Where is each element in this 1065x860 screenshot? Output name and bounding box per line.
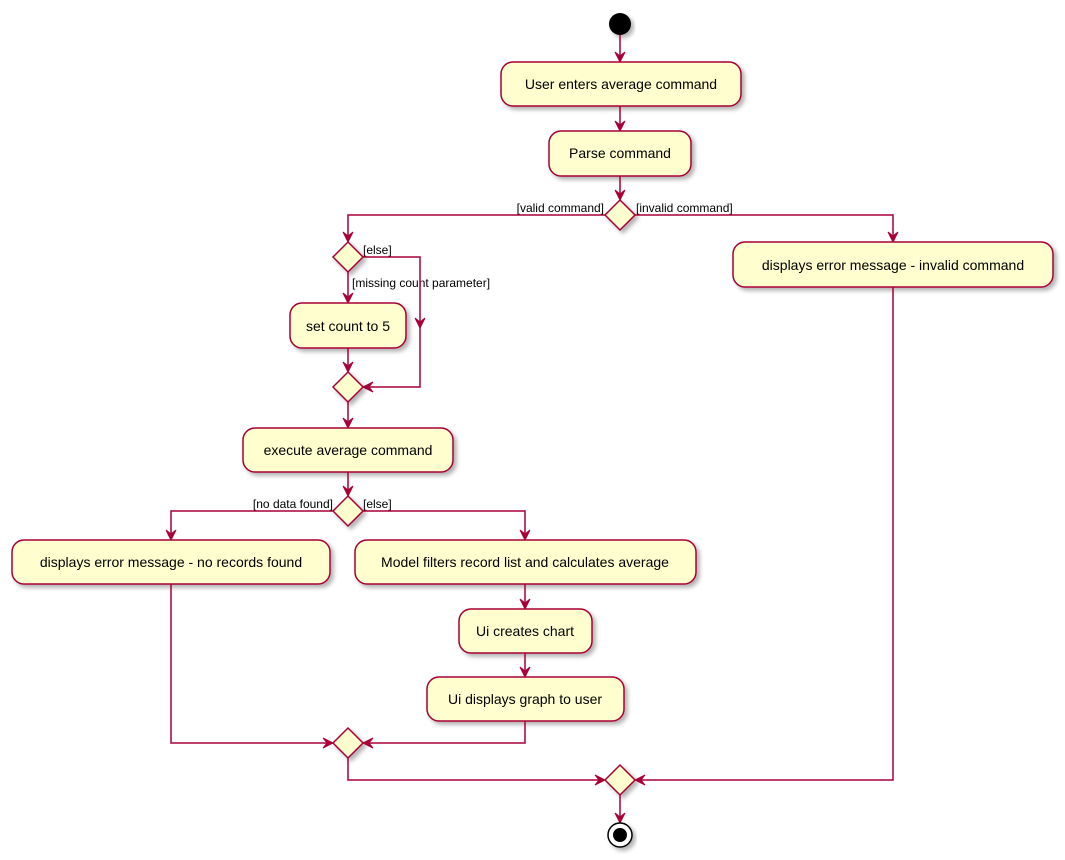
activity-label: displays error message - invalid command bbox=[762, 257, 1024, 273]
guard-else: [else] bbox=[363, 243, 392, 257]
decision-valid bbox=[603, 198, 637, 232]
activity-label: User enters average command bbox=[525, 76, 717, 92]
guard-valid: [valid command] bbox=[517, 201, 604, 215]
guard-else: [else] bbox=[363, 497, 392, 511]
activity-label: displays error message - no records foun… bbox=[40, 554, 302, 570]
activity-label: Ui creates chart bbox=[476, 623, 574, 639]
decision-data bbox=[331, 494, 365, 528]
start-node bbox=[609, 13, 631, 35]
guard-missing-count: [missing count parameter] bbox=[352, 276, 490, 290]
guard-invalid: [invalid command] bbox=[636, 201, 733, 215]
activity-diagram: User enters average command Parse comman… bbox=[11, 13, 1054, 848]
merge-data bbox=[331, 726, 365, 760]
end-node-inner bbox=[613, 828, 627, 842]
activity-label: Ui displays graph to user bbox=[448, 691, 602, 707]
activity-label: Parse command bbox=[569, 145, 671, 161]
guard-no-data: [no data found] bbox=[253, 497, 333, 511]
activity-label: execute average command bbox=[264, 442, 433, 458]
merge-final bbox=[603, 763, 637, 797]
decision-count bbox=[331, 240, 365, 274]
activity-label: Model filters record list and calculates… bbox=[381, 554, 669, 570]
merge-count bbox=[331, 370, 365, 404]
activity-label: set count to 5 bbox=[306, 318, 390, 334]
